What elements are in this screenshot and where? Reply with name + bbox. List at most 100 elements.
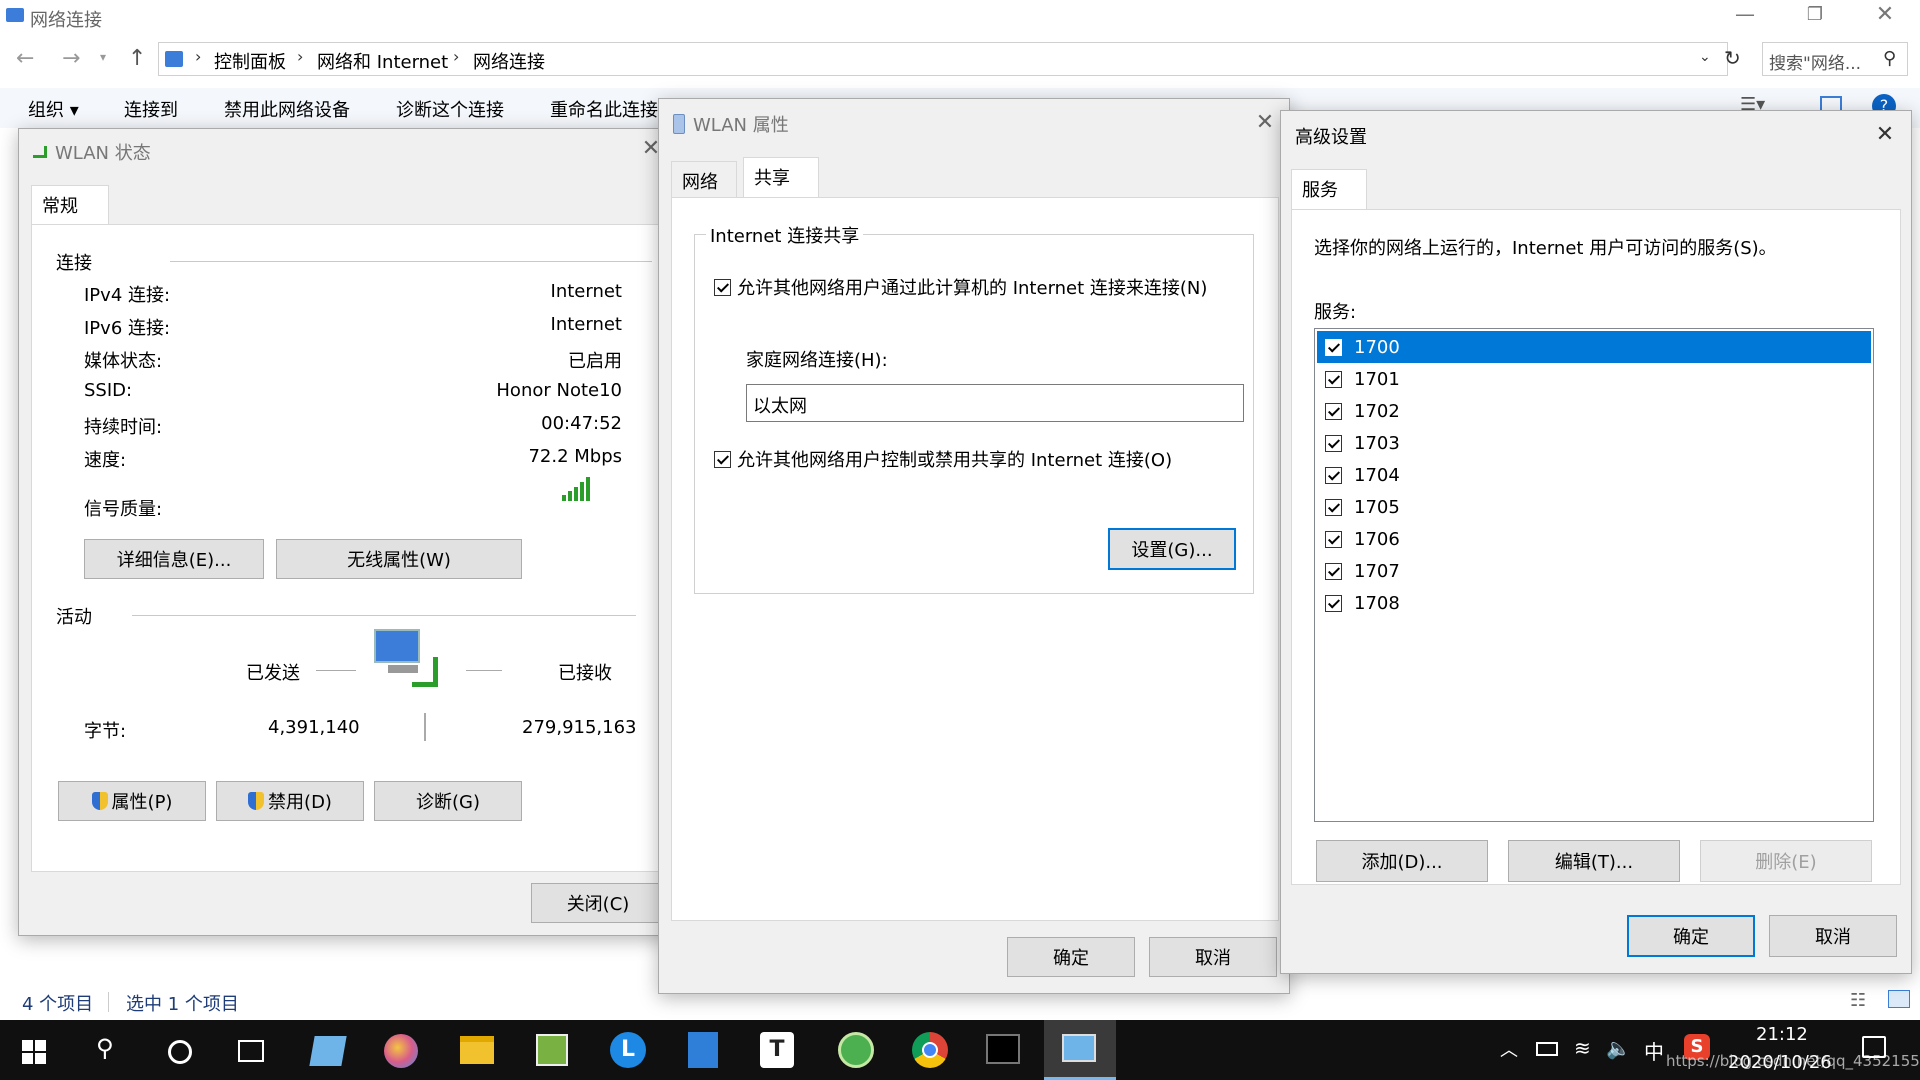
notification-icon[interactable] xyxy=(1862,1036,1886,1058)
cortana-icon[interactable] xyxy=(168,1040,192,1064)
start-windows-icon[interactable] xyxy=(22,1040,46,1064)
advanced-title: 高级设置 xyxy=(1295,127,1367,148)
app-l-icon[interactable]: L xyxy=(610,1032,646,1068)
checkbox-checked xyxy=(714,450,731,468)
properties-button[interactable]: 属性(P) xyxy=(58,781,206,821)
service-item[interactable]: 1701 xyxy=(1317,363,1871,395)
home-network-field[interactable]: 以太网 xyxy=(746,384,1244,422)
address-bar[interactable]: › 控制面板 › 网络和 Internet › 网络连接 ⌄ xyxy=(158,42,1728,76)
checkbox-checked xyxy=(1325,562,1342,580)
wireless-properties-button[interactable]: 无线属性(W) xyxy=(276,539,522,579)
file-explorer-icon[interactable] xyxy=(460,1036,494,1064)
service-item[interactable]: 1703 xyxy=(1317,427,1871,459)
breadcrumb-sep-icon: › xyxy=(195,47,202,66)
toolbar-organize[interactable]: 组织 ▾ xyxy=(28,96,79,122)
app-notes-icon[interactable] xyxy=(309,1036,347,1066)
checkbox-checked xyxy=(1325,370,1342,388)
close-icon[interactable]: ✕ xyxy=(1251,109,1279,137)
wifi-signal-icon xyxy=(33,146,47,158)
service-item[interactable]: 1708 xyxy=(1317,587,1871,619)
chrome-icon[interactable] xyxy=(912,1032,948,1068)
tab-sharing[interactable]: 共享 xyxy=(743,157,819,199)
service-name: 1707 xyxy=(1354,560,1400,582)
details-button[interactable]: 详细信息(E)... xyxy=(84,539,264,579)
advanced-titlebar: 高级设置 xyxy=(1295,123,1367,149)
app-bookmark-icon[interactable] xyxy=(688,1032,718,1068)
disable-button[interactable]: 禁用(D) xyxy=(216,781,364,821)
tab-general-label: 常规 xyxy=(42,196,78,217)
breadcrumb-network-internet[interactable]: 网络和 Internet xyxy=(317,48,448,74)
settings-button[interactable]: 设置(G)... xyxy=(1108,528,1236,570)
tab-services[interactable]: 服务 xyxy=(1291,169,1367,211)
services-list[interactable]: 1700 1701 1702 1703 1704 1705 1706 1707 … xyxy=(1314,328,1874,822)
cancel-button[interactable]: 取消 xyxy=(1769,915,1897,957)
service-item[interactable]: 1700 xyxy=(1317,331,1871,363)
toolbar-rename[interactable]: 重命名此连接 xyxy=(550,96,658,122)
close-window-button[interactable]: ✕ xyxy=(1870,2,1900,32)
checkbox-checked xyxy=(1325,498,1342,516)
service-item[interactable]: 1706 xyxy=(1317,523,1871,555)
toolbar-diagnose[interactable]: 诊断这个连接 xyxy=(396,96,504,122)
details-view-icon[interactable]: ☷ xyxy=(1850,990,1866,1011)
close-icon[interactable]: ✕ xyxy=(1871,121,1899,149)
app-paint-icon[interactable] xyxy=(384,1034,418,1068)
breadcrumb-network-connections[interactable]: 网络连接 xyxy=(473,48,545,74)
group-line xyxy=(132,615,636,616)
search-icon[interactable]: ⚲ xyxy=(96,1034,114,1062)
service-item[interactable]: 1704 xyxy=(1317,459,1871,491)
bytes-divider xyxy=(424,713,426,741)
tab-general[interactable]: 常规 xyxy=(31,185,109,225)
cancel-button[interactable]: 取消 xyxy=(1149,937,1277,977)
back-arrow-icon[interactable]: ← xyxy=(16,46,34,71)
wlan-properties-titlebar: WLAN 属性 xyxy=(673,111,789,137)
recent-chevron-icon[interactable]: ▾ xyxy=(100,50,106,64)
search-input[interactable]: 搜索"网络... ⚲ xyxy=(1762,42,1908,76)
wifi-icon[interactable]: ≋ xyxy=(1574,1036,1591,1060)
tray-chevron-icon[interactable]: ︿ xyxy=(1500,1036,1518,1062)
wireless-button-label: 无线属性(W) xyxy=(347,550,451,571)
ok-button[interactable]: 确定 xyxy=(1627,915,1755,957)
allow-connect-checkbox[interactable]: 允许其他网络用户通过此计算机的 Internet 连接来连接(N) xyxy=(714,274,1207,300)
ics-group-label: Internet 连接共享 xyxy=(706,222,864,248)
service-item[interactable]: 1705 xyxy=(1317,491,1871,523)
battery-icon[interactable] xyxy=(1536,1042,1558,1056)
breadcrumb-sep-icon: › xyxy=(297,47,304,66)
diagnose-button[interactable]: 诊断(G) xyxy=(374,781,522,821)
status-divider xyxy=(108,992,109,1012)
services-label: 服务: xyxy=(1314,302,1357,323)
toolbar-disable-device[interactable]: 禁用此网络设备 xyxy=(224,96,350,122)
terminal-icon[interactable] xyxy=(986,1034,1020,1064)
service-item[interactable]: 1707 xyxy=(1317,555,1871,587)
edit-button-label: 编辑(T)... xyxy=(1554,852,1634,873)
tab-network[interactable]: 网络 xyxy=(671,161,737,200)
restore-button[interactable]: ❐ xyxy=(1800,4,1830,34)
close-button[interactable]: 关闭(C) xyxy=(531,883,665,923)
forward-arrow-icon[interactable]: → xyxy=(62,46,80,71)
edit-button[interactable]: 编辑(T)... xyxy=(1508,840,1680,882)
ok-button[interactable]: 确定 xyxy=(1007,937,1135,977)
allow-control-checkbox[interactable]: 允许其他网络用户控制或禁用共享的 Internet 连接(O) xyxy=(714,446,1172,472)
ok-button-label: 确定 xyxy=(1673,927,1709,948)
task-view-icon[interactable] xyxy=(238,1040,264,1062)
service-item[interactable]: 1702 xyxy=(1317,395,1871,427)
refresh-icon[interactable]: ↻ xyxy=(1724,46,1741,70)
add-button[interactable]: 添加(D)... xyxy=(1316,840,1488,882)
ssid-label: SSID: xyxy=(84,380,133,401)
app-image-icon[interactable] xyxy=(536,1034,568,1066)
minimize-button[interactable]: — xyxy=(1730,2,1760,32)
active-app-highlight[interactable] xyxy=(1044,1020,1116,1080)
app-sync-icon[interactable] xyxy=(838,1032,874,1068)
search-icon: ⚲ xyxy=(1883,48,1897,69)
clock-time[interactable]: 21:12 xyxy=(1756,1024,1808,1045)
volume-icon[interactable]: 🔈 xyxy=(1606,1036,1631,1060)
toolbar-connect-to[interactable]: 连接到 xyxy=(124,96,178,122)
app-t-icon[interactable]: T xyxy=(760,1032,794,1068)
checkbox-checked xyxy=(1325,466,1342,484)
delete-button[interactable]: 删除(E) xyxy=(1700,840,1872,882)
up-arrow-icon[interactable]: ↑ xyxy=(128,46,146,71)
address-dropdown-icon[interactable]: ⌄ xyxy=(1699,49,1711,65)
tiles-view-icon[interactable] xyxy=(1888,990,1910,1008)
network-adapter-icon xyxy=(673,114,685,134)
breadcrumb-control-panel[interactable]: 控制面板 xyxy=(214,48,286,74)
ime-indicator[interactable]: 中 xyxy=(1644,1036,1664,1065)
